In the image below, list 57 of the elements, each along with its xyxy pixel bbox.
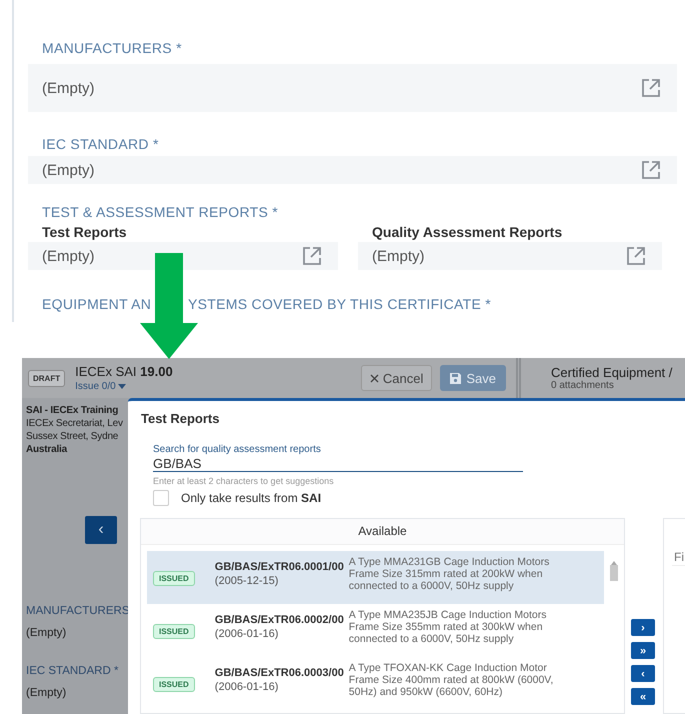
transfer-button[interactable]: «	[631, 688, 655, 705]
close-icon	[370, 374, 380, 382]
lookup-field[interactable]: (Empty)	[28, 156, 677, 184]
checkbox-label: Only take results from SAI	[181, 491, 322, 505]
section-label: MANUFACTURERS *	[42, 40, 183, 56]
panel-title: Certified Equipment /	[551, 365, 674, 380]
report-date: (2006-01-16)	[214, 628, 280, 640]
field-value: (Empty)	[26, 627, 68, 639]
open-external-icon[interactable]	[302, 246, 322, 266]
section-label: IEC STANDARD *	[42, 136, 160, 152]
section-label: YSTEMS COVERED BY THIS CERTIFICATE *	[188, 296, 492, 312]
status-badge: ISSUED	[153, 624, 195, 639]
previous-button[interactable]: ‹	[85, 516, 117, 544]
report-code: GB/BAS/ExTR06.0003/00	[214, 667, 345, 679]
report-description: A Type MMA235JB Cage Induction Motors Frame Size 355mm rated at 300kW when connected to a 6000V, 50Hz supply	[348, 608, 548, 645]
open-external-icon[interactable]	[641, 160, 661, 180]
search-field[interactable]: GB/BAS	[153, 456, 523, 472]
address-line: Sussex Street, Sydne	[26, 430, 120, 443]
address-line: IECEx Secretariat, Lev	[26, 417, 124, 430]
report-date: (2005-12-15)	[214, 575, 280, 587]
open-external-icon[interactable]	[641, 78, 661, 98]
dialog-title: Test Reports	[141, 411, 220, 426]
lookup-field[interactable]: (Empty)	[28, 64, 677, 112]
status-badge: DRAFT	[28, 370, 66, 386]
caret-icon	[118, 384, 126, 389]
field-value: (Empty)	[26, 687, 68, 699]
section-label: EQUIPMENT AN	[42, 296, 150, 312]
transfer-button[interactable]: »	[631, 642, 655, 659]
cancel-button[interactable]: Cancel	[361, 365, 432, 391]
transfer-button[interactable]: ›	[631, 619, 655, 636]
list-header: Available	[141, 519, 624, 545]
report-date: (2006-01-16)	[214, 681, 280, 693]
open-external-icon[interactable]	[626, 246, 646, 266]
issue-dropdown[interactable]: Issue 0/0	[75, 381, 173, 392]
lookup-field[interactable]: (Empty)	[28, 242, 338, 270]
attachment-count: 0 attachments	[551, 380, 615, 391]
report-code: GB/BAS/ExTR06.0002/00	[214, 614, 345, 626]
section-label: TEST & ASSESSMENT REPORTS *	[42, 204, 280, 220]
address-line: SAI - IECEx Training	[26, 404, 120, 417]
field-hint: Enter at least 2 characters to get suggestions	[153, 476, 335, 486]
filter-field[interactable]: Fi	[672, 549, 685, 566]
report-description: A Type TFOXAN-KK Cage Induction Motor Frame Size 400mm rated at 800kW (6000V, 50Hz) and 950kW (6600V, 60Hz)	[348, 661, 554, 698]
field-title: Test Reports	[42, 224, 128, 240]
certificate-title: IECEx SAI 19.00	[75, 364, 173, 379]
lookup-field[interactable]: (Empty)	[358, 242, 662, 270]
field-label: IEC STANDARD *	[26, 665, 118, 677]
status-badge: ISSUED	[153, 677, 195, 692]
status-badge: ISSUED	[153, 571, 195, 586]
field-label: Search for quality assessment reports	[153, 444, 322, 455]
scrollbar-thumb[interactable]	[610, 565, 618, 581]
checkbox[interactable]	[153, 490, 169, 506]
transfer-button[interactable]: ‹	[631, 665, 655, 682]
field-label: MANUFACTURERS	[26, 605, 130, 617]
report-description: A Type MMA231GB Cage Induction Motors Frame Size 315mm rated at 200kW when connected to a 6000V, 50Hz supply	[348, 555, 550, 592]
field-title: Quality Assessment Reports	[372, 224, 564, 240]
report-code: GB/BAS/ExTR06.0001/00	[214, 561, 345, 573]
address-line: Australia	[26, 443, 68, 456]
